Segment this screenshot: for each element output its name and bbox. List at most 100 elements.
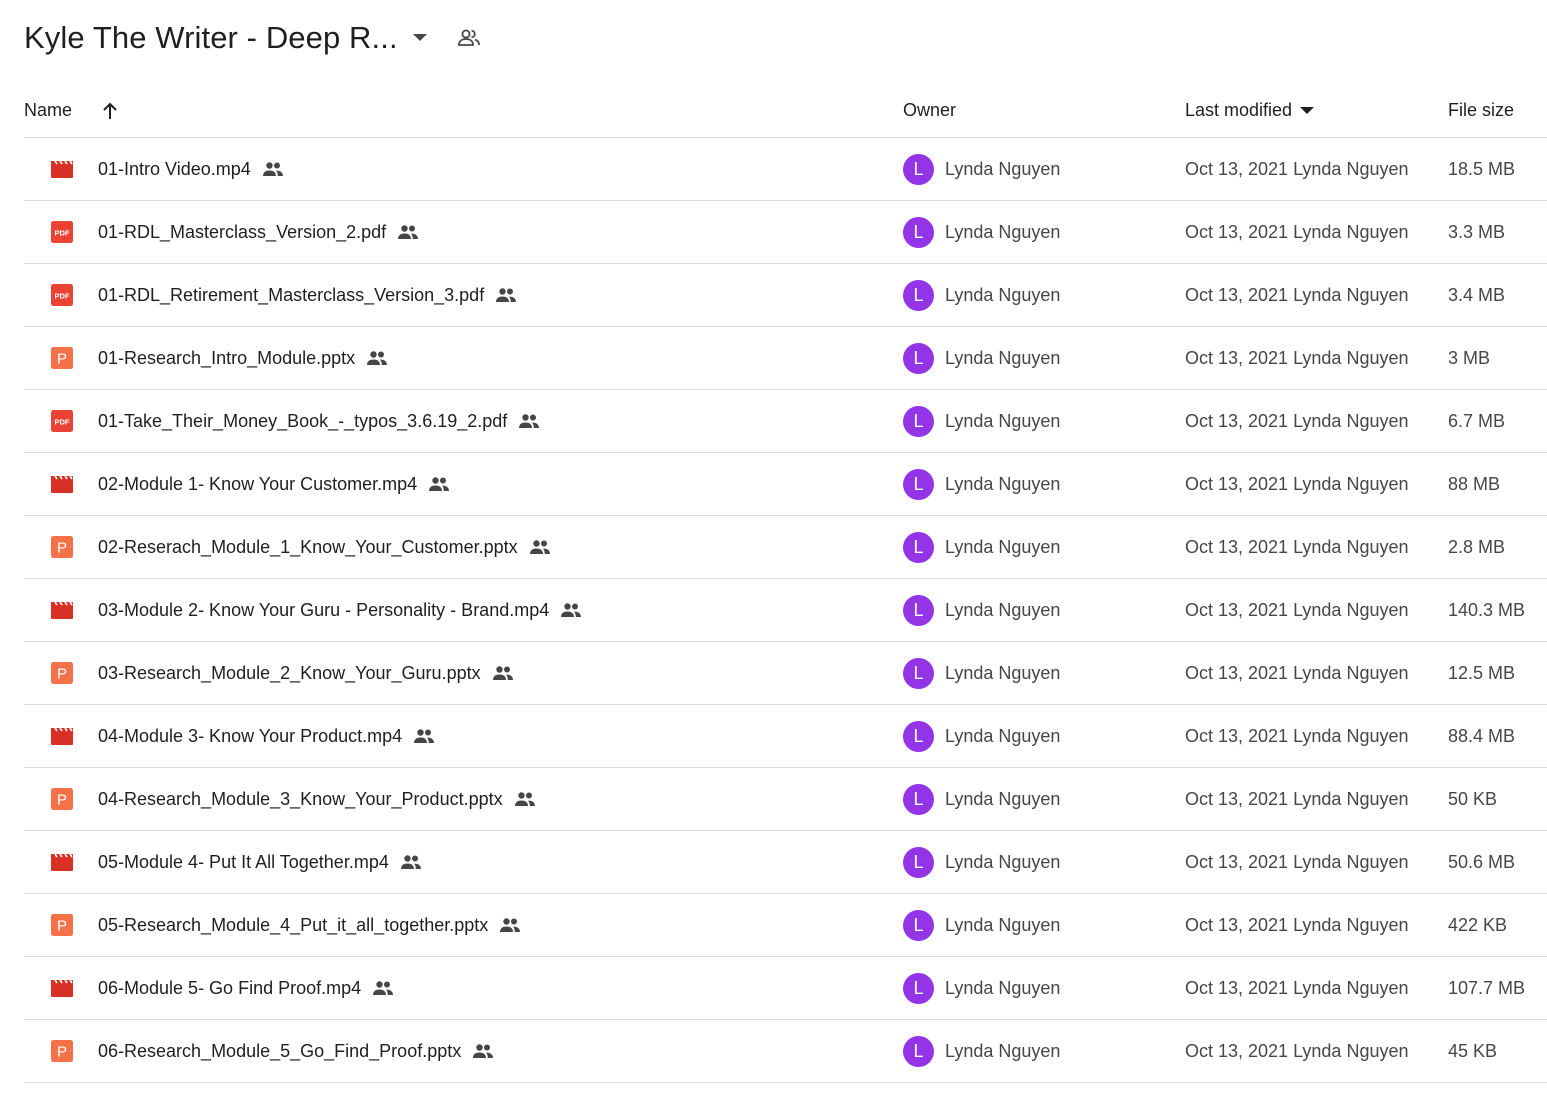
arrow-drop-down-icon[interactable]: [1300, 106, 1315, 115]
file-name-cell[interactable]: 01-Research_Intro_Module.pptx: [98, 327, 389, 389]
last-modified-text: Oct 13, 2021 Lynda Nguyen: [1185, 788, 1409, 809]
file-row[interactable]: 06-Module 5- Go Find Proof.mp4 L Lynda Ngu…: [24, 957, 1547, 1020]
file-size-cell: 88.4 MB: [1448, 705, 1515, 767]
video-file-icon: [50, 705, 74, 767]
owner-cell: L Lynda Nguyen: [903, 453, 1060, 515]
file-size-cell: 50.6 MB: [1448, 831, 1515, 893]
last-modified-cell: Oct 13, 2021 Lynda Nguyen: [1185, 642, 1409, 704]
arrow-drop-down-icon[interactable]: [406, 24, 434, 52]
file-name-cell[interactable]: 06-Research_Module_5_Go_Find_Proof.pptx: [98, 1020, 495, 1082]
file-size-text: 50.6 MB: [1448, 851, 1516, 872]
video-file-icon: [50, 579, 74, 641]
column-header-owner[interactable]: Owner: [903, 84, 956, 137]
owner-cell: L Lynda Nguyen: [903, 579, 1060, 641]
shared-people-icon: [517, 409, 541, 433]
owner-name: Lynda Nguyen: [945, 221, 1061, 242]
last-modified-text: Oct 13, 2021 Lynda Nguyen: [1185, 599, 1409, 620]
file-row[interactable]: PDF 01-Take_Their_Money_Book_-_typos_3.6.…: [24, 390, 1547, 453]
file-name[interactable]: 01-Take_Their_Money_Book_-_typos_3.6.19_…: [98, 411, 507, 432]
file-row[interactable]: P 03-Research_Module_2_Know_Your_Guru.ppt…: [24, 642, 1547, 705]
file-size-cell: 45 KB: [1448, 1020, 1497, 1082]
arrow-upward-icon[interactable]: [98, 99, 122, 123]
last-modified-text: Oct 13, 2021 Lynda Nguyen: [1185, 977, 1409, 998]
file-name[interactable]: 04-Research_Module_3_Know_Your_Product.p…: [98, 789, 503, 810]
file-row[interactable]: 05-Module 4- Put It All Together.mp4 L Lyn…: [24, 831, 1547, 894]
file-row[interactable]: P 02-Reserach_Module_1_Know_Your_Customer…: [24, 516, 1547, 579]
file-row[interactable]: 01-Intro Video.mp4 L Lynda Nguyen Oct 13, 2…: [24, 138, 1547, 201]
file-name[interactable]: 02-Reserach_Module_1_Know_Your_Customer.…: [98, 537, 518, 558]
file-name[interactable]: 01-Research_Intro_Module.pptx: [98, 348, 355, 369]
file-name-cell[interactable]: 02-Module 1- Know Your Customer.mp4: [98, 453, 451, 515]
file-name-cell[interactable]: 01-RDL_Retirement_Masterclass_Version_3.…: [98, 264, 518, 326]
folder-title[interactable]: Kyle The Writer - Deep R...: [24, 20, 398, 56]
file-size-text: 2.8 MB: [1448, 536, 1506, 557]
column-header-name[interactable]: Name: [24, 84, 122, 137]
file-rows: 01-Intro Video.mp4 L Lynda Nguyen Oct 13, 2…: [24, 138, 1547, 1083]
pdf-file-icon: PDF: [50, 264, 74, 326]
column-header-last-modified[interactable]: Last modified: [1185, 84, 1315, 137]
powerpoint-file-icon: P: [50, 768, 74, 830]
file-name-cell[interactable]: 04-Research_Module_3_Know_Your_Product.p…: [98, 768, 537, 830]
file-row[interactable]: PDF 01-RDL_Masterclass_Version_2.pdf L Lynd…: [24, 201, 1547, 264]
pdf-file-icon: PDF: [50, 390, 74, 452]
file-row[interactable]: 02-Module 1- Know Your Customer.mp4 L Lynd…: [24, 453, 1547, 516]
file-row[interactable]: PDF 01-RDL_Retirement_Masterclass_Version…: [24, 264, 1547, 327]
owner-name: Lynda Nguyen: [945, 914, 1061, 935]
file-name-cell[interactable]: 02-Reserach_Module_1_Know_Your_Customer.…: [98, 516, 552, 578]
svg-text:PDF: PDF: [55, 418, 70, 427]
file-name-cell[interactable]: 05-Research_Module_4_Put_it_all_together…: [98, 894, 522, 956]
svg-text:P: P: [57, 792, 67, 809]
file-size-cell: 6.7 MB: [1448, 390, 1505, 452]
file-name[interactable]: 05-Module 4- Put It All Together.mp4: [98, 852, 389, 873]
file-name[interactable]: 01-RDL_Retirement_Masterclass_Version_3.…: [98, 285, 484, 306]
avatar: L: [903, 657, 934, 689]
file-row[interactable]: P 05-Research_Module_4_Put_it_all_togethe…: [24, 894, 1547, 957]
file-name[interactable]: 04-Module 3- Know Your Product.mp4: [98, 726, 402, 747]
owner-cell: L Lynda Nguyen: [903, 894, 1060, 956]
file-name[interactable]: 03-Research_Module_2_Know_Your_Guru.pptx: [98, 663, 481, 684]
file-name-cell[interactable]: 01-Take_Their_Money_Book_-_typos_3.6.19_…: [98, 390, 541, 452]
last-modified-text: Oct 13, 2021 Lynda Nguyen: [1185, 221, 1409, 242]
owner-cell: L Lynda Nguyen: [903, 201, 1060, 263]
owner-cell: L Lynda Nguyen: [903, 957, 1060, 1019]
file-name-cell[interactable]: 01-RDL_Masterclass_Version_2.pdf: [98, 201, 420, 263]
file-name-cell[interactable]: 01-Intro Video.mp4: [98, 138, 285, 200]
file-size-text: 3 MB: [1448, 347, 1491, 368]
file-name[interactable]: 02-Module 1- Know Your Customer.mp4: [98, 474, 417, 495]
svg-text:PDF: PDF: [55, 229, 70, 238]
last-modified-cell: Oct 13, 2021 Lynda Nguyen: [1185, 516, 1409, 578]
file-name-cell[interactable]: 06-Module 5- Go Find Proof.mp4: [98, 957, 395, 1019]
last-modified-text: Oct 13, 2021 Lynda Nguyen: [1185, 1040, 1409, 1061]
file-size-text: 88 MB: [1448, 473, 1501, 494]
file-size-cell: 3.4 MB: [1448, 264, 1505, 326]
powerpoint-file-icon: P: [50, 516, 74, 578]
last-modified-text: Oct 13, 2021 Lynda Nguyen: [1185, 914, 1409, 935]
file-name[interactable]: 03-Module 2- Know Your Guru - Personalit…: [98, 600, 549, 621]
file-name-cell[interactable]: 04-Module 3- Know Your Product.mp4: [98, 705, 436, 767]
file-name[interactable]: 05-Research_Module_4_Put_it_all_together…: [98, 915, 488, 936]
owner-name: Lynda Nguyen: [945, 725, 1061, 746]
file-row[interactable]: P 04-Research_Module_3_Know_Your_Product.…: [24, 768, 1547, 831]
avatar: L: [903, 909, 934, 941]
file-name-cell[interactable]: 03-Module 2- Know Your Guru - Personalit…: [98, 579, 583, 641]
file-row[interactable]: 04-Module 3- Know Your Product.mp4 L Lynda…: [24, 705, 1547, 768]
file-name[interactable]: 01-Intro Video.mp4: [98, 159, 251, 180]
owner-cell: L Lynda Nguyen: [903, 768, 1060, 830]
file-name[interactable]: 06-Module 5- Go Find Proof.mp4: [98, 978, 361, 999]
file-row[interactable]: 03-Module 2- Know Your Guru - Personalit…: [24, 579, 1547, 642]
file-name[interactable]: 06-Research_Module_5_Go_Find_Proof.pptx: [98, 1041, 461, 1062]
column-header-file-size[interactable]: File size: [1448, 84, 1514, 137]
file-name-cell[interactable]: 03-Research_Module_2_Know_Your_Guru.pptx: [98, 642, 515, 704]
avatar: L: [903, 468, 934, 500]
avatar: L: [903, 216, 934, 248]
file-name[interactable]: 01-RDL_Masterclass_Version_2.pdf: [98, 222, 386, 243]
file-row[interactable]: P 06-Research_Module_5_Go_Find_Proof.pptx…: [24, 1020, 1547, 1083]
owner-cell: L Lynda Nguyen: [903, 327, 1060, 389]
file-row[interactable]: P 01-Research_Intro_Module.pptx L Lynda Ngu…: [24, 327, 1547, 390]
file-size-text: 45 KB: [1448, 1040, 1498, 1061]
avatar: L: [903, 405, 934, 437]
owner-cell: L Lynda Nguyen: [903, 138, 1060, 200]
avatar: L: [903, 594, 934, 626]
last-modified-text: Oct 13, 2021 Lynda Nguyen: [1185, 536, 1409, 557]
file-name-cell[interactable]: 05-Module 4- Put It All Together.mp4: [98, 831, 423, 893]
